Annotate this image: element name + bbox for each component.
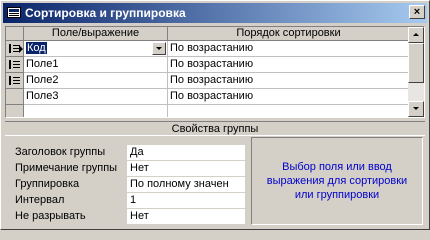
field-cell[interactable]: Поле1: [24, 57, 168, 73]
field-cell[interactable]: Поле3: [24, 89, 168, 105]
sort-order-cell[interactable]: По возрастанию: [168, 73, 410, 89]
row-selector[interactable]: [6, 57, 24, 73]
vertical-scrollbar[interactable]: [408, 27, 424, 117]
table-row[interactable]: Код По возрастанию: [6, 41, 410, 57]
group-on-field[interactable]: По полному значен: [127, 177, 245, 192]
group-icon: [9, 76, 20, 85]
property-row: Заголовок группы Да: [5, 145, 245, 161]
group-icon: [9, 60, 20, 69]
column-header-field[interactable]: Поле/выражение: [24, 27, 168, 41]
row-selector[interactable]: [6, 73, 24, 89]
sorting-grouping-dialog: Сортировка и группировка × Поле/выражени…: [0, 0, 430, 230]
group-footer-field[interactable]: Нет: [127, 161, 245, 176]
property-row: Интервал 1: [5, 193, 245, 209]
sort-order-cell[interactable]: По возрастанию: [168, 41, 410, 57]
sort-order-cell[interactable]: По возрастанию: [168, 57, 410, 73]
dropdown-button[interactable]: [152, 42, 166, 55]
sort-group-grid: Поле/выражение Порядок сортировки Код По…: [5, 26, 425, 118]
field-cell[interactable]: [24, 105, 168, 117]
group-interval-field[interactable]: 1: [127, 193, 245, 208]
property-label: Примечание группы: [15, 162, 118, 174]
table-row[interactable]: Поле1 По возрастанию: [6, 57, 410, 73]
row-selector[interactable]: [6, 105, 24, 117]
scroll-up-button[interactable]: [408, 27, 424, 43]
table-row[interactable]: [6, 105, 410, 117]
field-cell[interactable]: Поле2: [24, 73, 168, 89]
field-combo[interactable]: Код: [24, 41, 168, 57]
close-button[interactable]: ×: [409, 5, 425, 19]
scroll-thumb[interactable]: [408, 43, 424, 83]
table-row[interactable]: Поле3 По возрастанию: [6, 89, 410, 105]
sort-order-cell[interactable]: По возрастанию: [168, 89, 410, 105]
current-row-arrow-icon: [19, 45, 23, 53]
property-label: Группировка: [15, 178, 80, 190]
property-row: Не разрывать Нет: [5, 209, 245, 225]
row-selector[interactable]: [6, 89, 24, 105]
row-selector[interactable]: [6, 41, 24, 57]
scroll-down-button[interactable]: [408, 101, 424, 117]
grouping-window-icon: [7, 7, 21, 18]
group-properties-panel: Заголовок группы Да Примечание группы Не…: [5, 137, 425, 225]
hint-box: Выбор поля или ввод выражения для сортир…: [251, 137, 423, 225]
property-row: Группировка По полному значен: [5, 177, 245, 193]
header-selector[interactable]: [6, 27, 24, 41]
title-bar[interactable]: Сортировка и группировка ×: [3, 3, 427, 23]
property-label: Интервал: [15, 194, 65, 206]
group-header-field[interactable]: Да: [127, 145, 245, 160]
grid-header: Поле/выражение Порядок сортировки: [6, 27, 410, 41]
property-label: Не разрывать: [15, 210, 86, 222]
keep-together-field[interactable]: Нет: [127, 209, 245, 224]
column-header-order[interactable]: Порядок сортировки: [168, 27, 410, 41]
table-row[interactable]: Поле2 По возрастанию: [6, 73, 410, 89]
group-properties-header: Свойства группы: [5, 121, 425, 136]
field-value: Код: [26, 42, 47, 54]
sort-order-cell[interactable]: [168, 105, 410, 117]
window-title: Сортировка и группировка: [25, 6, 186, 20]
property-row: Примечание группы Нет: [5, 161, 245, 177]
property-label: Заголовок группы: [15, 146, 106, 158]
hint-text: Выбор поля или ввод выражения для сортир…: [266, 161, 408, 201]
